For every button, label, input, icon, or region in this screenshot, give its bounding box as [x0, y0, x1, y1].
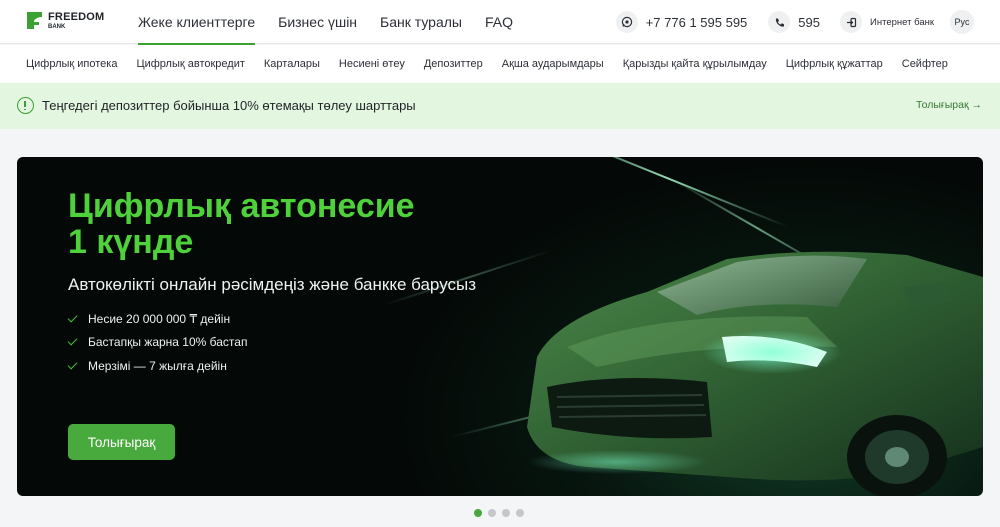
check-icon [67, 359, 78, 370]
phone-number[interactable]: +7 776 1 595 595 [646, 15, 748, 30]
list-item: Мерзімі — 7 жылға дейін [67, 354, 247, 378]
banner-subtitle: Автокөлікті онлайн рәсімдеңіз және банкк… [68, 275, 477, 294]
info-notice-bar: Теңгедегі депозиттер бойынша 10% өтемақы… [0, 83, 1000, 129]
check-icon [67, 312, 78, 323]
topnav-about-bank[interactable]: Банк туралы [380, 0, 462, 44]
products-navigation: Цифрлық ипотека Цифрлық автокредит Карта… [0, 45, 1000, 83]
carousel-dot-3[interactable] [502, 509, 510, 517]
notice-text: Теңгедегі депозиттер бойынша 10% өтемақы… [42, 98, 416, 113]
login-icon[interactable] [840, 11, 862, 33]
list-item: Несие 20 000 000 ₸ дейін [67, 307, 247, 331]
info-alert-icon [17, 97, 34, 114]
light-streak [546, 157, 788, 228]
subnav-loan-repayment[interactable]: Несиені өтеу [339, 58, 405, 70]
topnav-private-clients[interactable]: Жеке клиенттерге [138, 0, 256, 45]
subnav-digital-autoloan[interactable]: Цифрлық автокредит [136, 58, 244, 70]
subnav-digital-documents[interactable]: Цифрлық құжаттар [786, 58, 883, 70]
topnav-faq[interactable]: FAQ [485, 0, 513, 44]
header-contacts: +7 776 1 595 595 595 Интернет банк Рус [615, 10, 974, 34]
top-navigation: Жеке клиенттерге Бизнес үшін Банк туралы… [138, 0, 536, 45]
whatsapp-icon[interactable] [615, 11, 638, 33]
subnav-cards[interactable]: Карталары [264, 58, 320, 70]
carousel-dot-1[interactable] [474, 509, 482, 517]
logo-text-freedom: FREEDOM [48, 10, 105, 23]
internet-bank-link[interactable]: Интернет банк [870, 17, 934, 28]
subnav-money-transfers[interactable]: Ақша аударымдары [502, 58, 604, 70]
banner-benefits-list: Несие 20 000 000 ₸ дейін Бастапқы жарна … [67, 307, 248, 378]
subnav-deposits[interactable]: Депозиттер [424, 58, 483, 70]
check-icon [67, 335, 78, 346]
carousel-dot-2[interactable] [488, 509, 496, 517]
list-item: Бастапқы жарна 10% бастап [67, 331, 248, 355]
phone-icon[interactable] [768, 11, 791, 33]
notice-more-link[interactable]: Толығырақ → [916, 99, 982, 111]
carousel-dot-4[interactable] [516, 509, 524, 517]
short-number[interactable]: 595 [798, 15, 820, 30]
banner-more-button[interactable]: Толығырақ [68, 424, 175, 460]
topnav-business[interactable]: Бизнес үшін [278, 0, 357, 44]
green-suv-car-image [527, 251, 983, 496]
carousel-pagination [474, 509, 530, 517]
subnav-digital-mortgage[interactable]: Цифрлық ипотека [26, 58, 117, 70]
banner-title-line2: 1 күнде [68, 223, 194, 261]
banner-title: Цифрлық автонесие 1 күнде [68, 188, 415, 260]
benefit-text: Несие 20 000 000 ₸ дейін [88, 311, 231, 326]
benefit-text: Бастапқы жарна 10% бастап [88, 335, 248, 350]
subnav-debt-restructuring[interactable]: Қарызды қайта құрылымдау [623, 58, 767, 70]
logo-mark-icon [27, 12, 42, 29]
language-switcher[interactable]: Рус [950, 10, 974, 34]
subnav-safes[interactable]: Сейфтер [902, 58, 948, 70]
freedom-bank-logo[interactable]: FREEDOM BANK [25, 10, 104, 31]
logo-text-bank: BANK [48, 23, 66, 30]
site-header: FREEDOM BANK Жеке клиенттерге Бизнес үші… [0, 0, 1000, 45]
benefit-text: Мерзімі — 7 жылға дейін [88, 358, 227, 373]
promo-banner[interactable]: Цифрлық автонесие 1 күнде Автокөлікті он… [17, 157, 983, 496]
banner-title-line1: Цифрлық автонесие [68, 187, 415, 225]
